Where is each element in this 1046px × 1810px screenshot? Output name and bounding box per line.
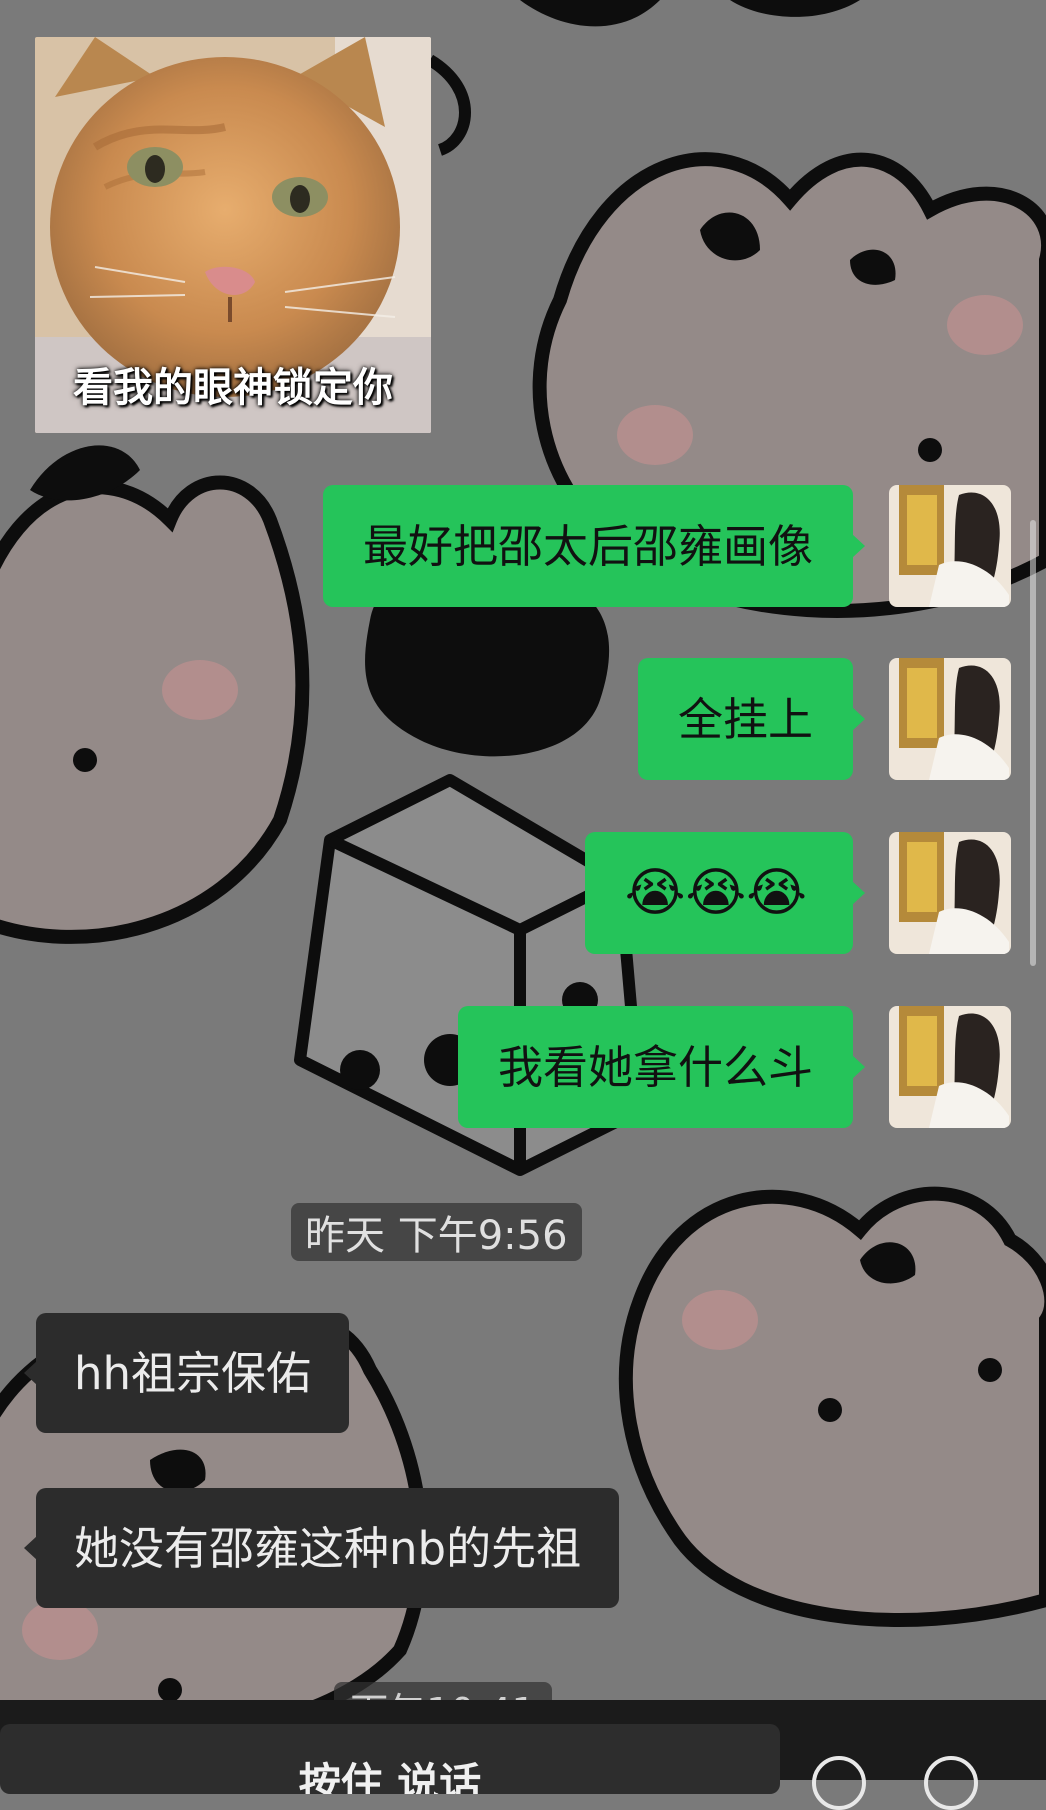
cat-sticker-image[interactable]: 看我的眼神锁定你	[35, 37, 431, 433]
message-text: 最好把邵太后邵雍画像	[362, 519, 813, 573]
message-row-outgoing: 😭😭😭	[584, 832, 1011, 954]
outgoing-message-bubble[interactable]: 最好把邵太后邵雍画像	[322, 485, 866, 607]
avatar[interactable]	[889, 832, 1011, 954]
message-text: 全挂上	[677, 692, 813, 746]
message-row-outgoing: 我看她拿什么斗	[457, 1006, 1011, 1128]
outgoing-message-bubble[interactable]: 我看她拿什么斗	[457, 1006, 866, 1128]
message-row-outgoing: 最好把邵太后邵雍画像	[322, 485, 1011, 607]
outgoing-message-bubble[interactable]: 😭😭😭	[584, 832, 866, 954]
avatar[interactable]	[889, 485, 1011, 607]
incoming-message-bubble[interactable]: 她没有邵雍这种nb的先祖	[23, 1488, 620, 1608]
crying-face-emoji: 😭😭😭	[624, 863, 807, 923]
message-timestamp: 昨天 下午9:56	[291, 1203, 582, 1261]
avatar-image	[889, 658, 1011, 780]
scrollbar[interactable]	[1030, 520, 1036, 966]
hold-to-talk-button[interactable]: 按住 说话	[0, 1724, 780, 1794]
message-text: hh祖宗保佑	[74, 1346, 312, 1400]
message-row-outgoing: 全挂上	[637, 658, 1011, 780]
avatar[interactable]	[889, 658, 1011, 780]
avatar-image	[889, 1006, 1011, 1128]
message-row-incoming: 她没有邵雍这种nb的先祖	[23, 1488, 620, 1608]
avatar[interactable]	[889, 1006, 1011, 1128]
outgoing-message-bubble[interactable]: 全挂上	[637, 658, 866, 780]
plus-icon[interactable]	[924, 1756, 978, 1810]
sticker-caption: 看我的眼神锁定你	[73, 365, 393, 411]
emoji-icon[interactable]	[812, 1756, 866, 1810]
avatar-image	[889, 485, 1011, 607]
message-text: 她没有邵雍这种nb的先祖	[74, 1521, 582, 1575]
avatar-image	[889, 832, 1011, 954]
message-row-incoming: hh祖宗保佑	[23, 1313, 350, 1433]
message-text: 我看她拿什么斗	[497, 1040, 813, 1094]
input-bar: 按住 说话	[0, 1700, 1046, 1810]
incoming-message-bubble[interactable]: hh祖宗保佑	[23, 1313, 350, 1433]
